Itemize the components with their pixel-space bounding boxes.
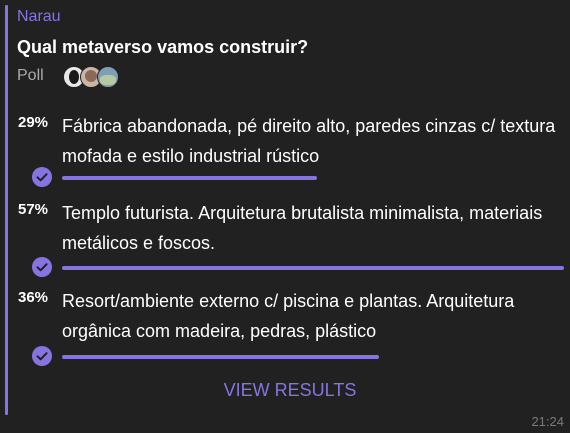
option-percent: 57% bbox=[18, 201, 49, 218]
poll-message: Narau Qual metaverso vamos construir? Po… bbox=[0, 0, 570, 433]
option-text: Resort/ambiente externo c/ piscina e pla… bbox=[62, 291, 515, 341]
check-icon bbox=[32, 346, 52, 366]
check-icon bbox=[32, 257, 52, 277]
poll-option[interactable]: 36% Resort/ambiente externo c/ piscina e… bbox=[0, 286, 570, 366]
poll-option[interactable]: 29% Fábrica abandonada, pé direito alto,… bbox=[0, 111, 570, 187]
avatar bbox=[97, 66, 119, 88]
option-result-bar bbox=[62, 176, 317, 180]
option-percent: 29% bbox=[18, 114, 49, 131]
poll-type-label: Poll bbox=[17, 67, 44, 84]
recent-voters bbox=[63, 66, 127, 88]
sender-name[interactable]: Narau bbox=[17, 8, 61, 26]
option-percent: 36% bbox=[18, 289, 49, 306]
message-timestamp: 21:24 bbox=[531, 414, 564, 429]
poll-question: Qual metaverso vamos construir? bbox=[17, 37, 309, 57]
view-results-button[interactable]: VIEW RESULTS bbox=[0, 380, 570, 401]
poll-option[interactable]: 57% Templo futurista. Arquitetura brutal… bbox=[0, 198, 570, 277]
option-result-bar bbox=[62, 266, 564, 270]
option-result-bar bbox=[62, 355, 379, 359]
check-icon bbox=[32, 167, 52, 187]
option-text: Fábrica abandonada, pé direito alto, par… bbox=[62, 116, 556, 166]
option-text: Templo futurista. Arquitetura brutalista… bbox=[62, 203, 543, 253]
